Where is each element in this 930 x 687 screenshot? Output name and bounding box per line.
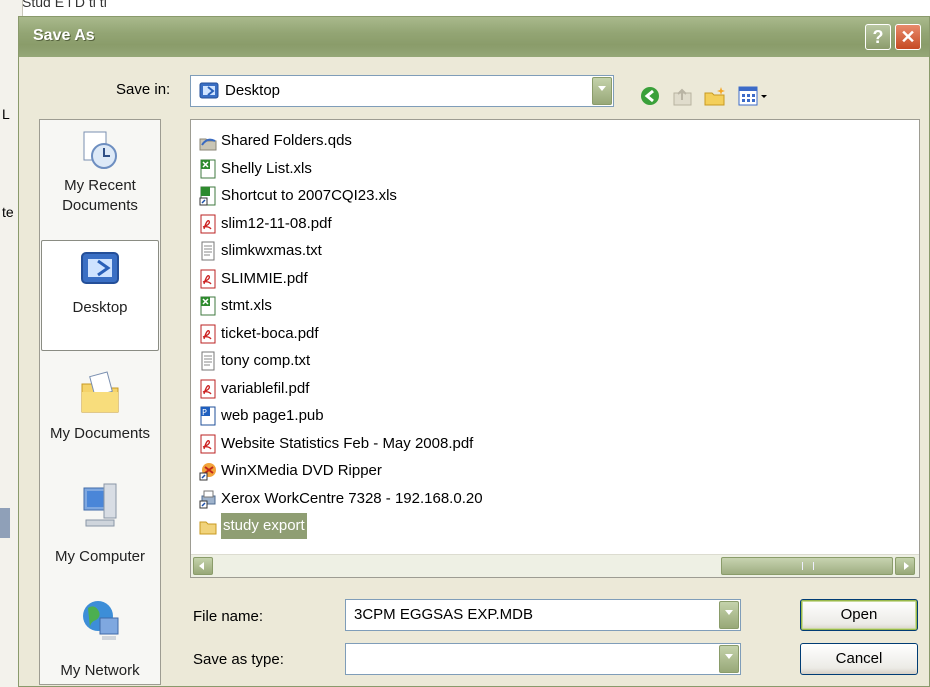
new-folder-icon[interactable] (703, 85, 727, 107)
pdf-file-icon (199, 379, 217, 399)
background-title: Stud E l D ti ti (22, 0, 107, 10)
text-file-icon (199, 241, 217, 261)
scroll-left-button[interactable] (193, 557, 213, 575)
background-text: te (2, 204, 14, 220)
pdf-file-icon (199, 434, 217, 454)
dialog-title: Save As (33, 27, 95, 44)
place-desktop[interactable]: Desktop (41, 240, 159, 351)
my-documents-icon (80, 366, 120, 418)
file-name-text: Website Statistics Feb - May 2008.pdf (221, 434, 474, 452)
file-name-text: Xerox WorkCentre 7328 - 192.168.0.20 (221, 489, 483, 507)
back-icon[interactable] (639, 85, 663, 107)
desktop-icon (80, 249, 120, 289)
file-list-item[interactable]: Shared Folders.qds (199, 128, 352, 154)
file-list-item[interactable]: variablefil.pdf (199, 376, 309, 402)
chevron-down-icon[interactable] (719, 645, 739, 673)
file-list: Shared Folders.qds Shelly List.xls Shortcu… (190, 119, 920, 578)
save-in-value: Desktop (225, 82, 281, 99)
pdf-file-icon (199, 324, 217, 344)
file-name-text: Shelly List.xls (221, 159, 312, 177)
file-list-item[interactable]: Website Statistics Feb - May 2008.pdf (199, 431, 473, 457)
place-my-network[interactable]: My Network (40, 596, 160, 679)
file-name-text: Shared Folders.qds (221, 132, 352, 149)
file-name-text: SLIMMIE.pdf (221, 269, 308, 287)
my-computer-icon (80, 480, 120, 542)
excel-file-icon (199, 296, 217, 316)
file-name-text: study export (221, 513, 307, 539)
place-recent-documents[interactable]: My Recent Documents (40, 130, 160, 216)
file-name-text: ticket-boca.pdf (221, 324, 319, 342)
file-list-item[interactable]: study export (199, 513, 307, 539)
pdf-file-icon (199, 214, 217, 234)
file-list-item[interactable]: SLIMMIE.pdf (199, 266, 308, 292)
chevron-down-icon[interactable] (592, 77, 612, 105)
file-name-text: Shortcut to 2007CQI23.xls (221, 187, 397, 204)
close-button[interactable]: ✕ (895, 24, 921, 50)
file-name-text: WinXMedia DVD Ripper (221, 462, 382, 479)
scroll-thumb[interactable] (721, 557, 893, 575)
recent-documents-icon (80, 130, 120, 170)
scroll-right-button[interactable] (895, 557, 915, 575)
shared-folders-icon (199, 131, 217, 151)
desktop-icon (199, 81, 219, 101)
background-text: L (2, 106, 10, 122)
cancel-button[interactable]: Cancel (800, 643, 918, 675)
my-network-icon (80, 596, 120, 656)
excel-file-icon (199, 159, 217, 179)
save-as-type-label: Save as type: (193, 651, 284, 668)
background-scroll-handle[interactable] (0, 508, 10, 538)
file-name-label: File name: (193, 608, 264, 625)
chevron-down-icon[interactable] (719, 601, 739, 629)
place-label: My Network (60, 662, 140, 679)
file-list-item[interactable]: Xerox WorkCentre 7328 - 192.168.0.20 (199, 486, 483, 512)
places-bar: My Recent Documents Desktop My Documents… (39, 119, 161, 685)
file-list-item[interactable]: Pweb page1.pub (199, 403, 324, 429)
place-label: Desktop (72, 299, 128, 316)
svg-text:P: P (202, 408, 207, 417)
file-list-item[interactable]: WinXMedia DVD Ripper (199, 458, 382, 484)
save-in-label: Save in: (116, 81, 171, 98)
file-name-text: tony comp.txt (221, 352, 311, 369)
views-menu-icon[interactable] (737, 85, 769, 107)
file-list-item[interactable]: ticket-boca.pdf (199, 321, 319, 347)
file-name-field[interactable]: 3CPM EGGSAS EXP.MDB (345, 599, 741, 631)
place-my-computer[interactable]: My Computer (40, 480, 160, 565)
file-list-item[interactable]: Shortcut to 2007CQI23.xls (199, 183, 397, 209)
save-as-dialog: Save As ? ✕ Save in: Desktop My Recent D… (18, 16, 930, 687)
place-label: My Documents (49, 425, 151, 442)
file-list-item[interactable]: stmt.xls (199, 293, 272, 319)
file-name-text: web page1.pub (221, 407, 324, 424)
app-shortcut-icon (199, 461, 217, 481)
place-label: My Recent Documents (62, 177, 138, 214)
up-folder-icon[interactable] (671, 85, 695, 107)
place-label: My Computer (54, 548, 146, 565)
open-button[interactable]: Open (800, 599, 918, 631)
file-list-item[interactable]: slim12-11-08.pdf (199, 211, 332, 237)
folder-icon (199, 516, 217, 536)
grip-icon (802, 562, 814, 570)
save-in-dropdown[interactable]: Desktop (190, 75, 614, 107)
file-list-item[interactable]: Shelly List.xls (199, 156, 312, 182)
file-list-item[interactable]: tony comp.txt (199, 348, 310, 374)
text-file-icon (199, 351, 217, 371)
horizontal-scrollbar[interactable] (191, 554, 919, 577)
pdf-file-icon (199, 269, 217, 289)
file-name-value: 3CPM EGGSAS EXP.MDB (354, 606, 533, 623)
file-name-text: stmt.xls (221, 297, 272, 314)
help-button[interactable]: ? (865, 24, 891, 50)
save-as-type-dropdown[interactable] (345, 643, 741, 675)
file-name-text: slimkwxmas.txt (221, 242, 322, 259)
publisher-file-icon: P (199, 406, 217, 426)
place-my-documents[interactable]: My Documents (40, 366, 160, 444)
printer-shortcut-icon (199, 489, 217, 509)
file-list-item[interactable]: slimkwxmas.txt (199, 238, 322, 264)
excel-shortcut-icon (199, 186, 217, 206)
file-name-text: slim12-11-08.pdf (221, 214, 332, 232)
title-bar[interactable]: Save As ? ✕ (19, 17, 929, 57)
file-name-text: variablefil.pdf (221, 379, 310, 397)
